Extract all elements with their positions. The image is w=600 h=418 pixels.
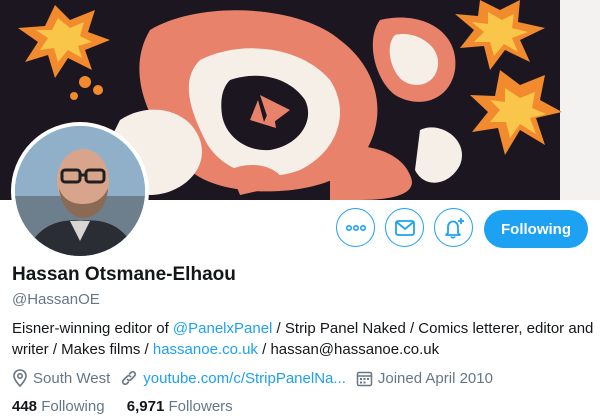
avatar[interactable] xyxy=(11,122,149,260)
location-text: South West xyxy=(33,369,111,387)
notifications-button[interactable] xyxy=(434,208,473,247)
link-icon xyxy=(122,370,137,386)
joined-item: Joined April 2010 xyxy=(356,370,493,387)
following-label: Following xyxy=(41,398,105,415)
profile-stats: 448 Following 6,971 Followers xyxy=(12,398,251,415)
bio-text-suffix: / hassan@hassanoe.co.uk xyxy=(257,341,440,358)
envelope-icon xyxy=(394,219,415,236)
bio-website-link[interactable]: hassanoe.co.uk xyxy=(153,341,258,358)
profile-handle: @HassanOE xyxy=(12,291,100,308)
website-item[interactable]: youtube.com/c/StripPanelNa... xyxy=(120,369,346,387)
bio-text-prefix: Eisner-winning editor of xyxy=(12,320,173,337)
calendar-icon xyxy=(356,371,373,386)
avatar-photo xyxy=(15,126,145,256)
followers-label: Followers xyxy=(168,398,233,415)
joined-text: Joined April 2010 xyxy=(377,369,493,387)
bio-mention-link[interactable]: @PanelxPanel xyxy=(173,320,272,337)
profile-meta: South West youtube.com/c/StripPanelNa...… xyxy=(12,369,503,387)
location-pin-icon xyxy=(13,369,27,387)
bell-plus-icon xyxy=(444,217,464,238)
more-icon xyxy=(345,224,366,231)
location-item: South West xyxy=(12,369,110,387)
following-count: 448 xyxy=(12,398,38,415)
website-link[interactable]: youtube.com/c/StripPanelNa... xyxy=(143,370,346,387)
followers-stat[interactable]: 6,971 Followers xyxy=(127,398,233,415)
following-button[interactable]: Following xyxy=(484,210,588,248)
profile-name: Hassan Otsmane-Elhaou xyxy=(12,264,236,285)
following-stat[interactable]: 448 Following xyxy=(12,398,105,415)
followers-count: 6,971 xyxy=(126,398,165,415)
profile-bio: Eisner-winning editor of @PanelxPanel / … xyxy=(12,318,597,360)
more-button[interactable] xyxy=(336,208,375,247)
message-button[interactable] xyxy=(385,208,424,247)
